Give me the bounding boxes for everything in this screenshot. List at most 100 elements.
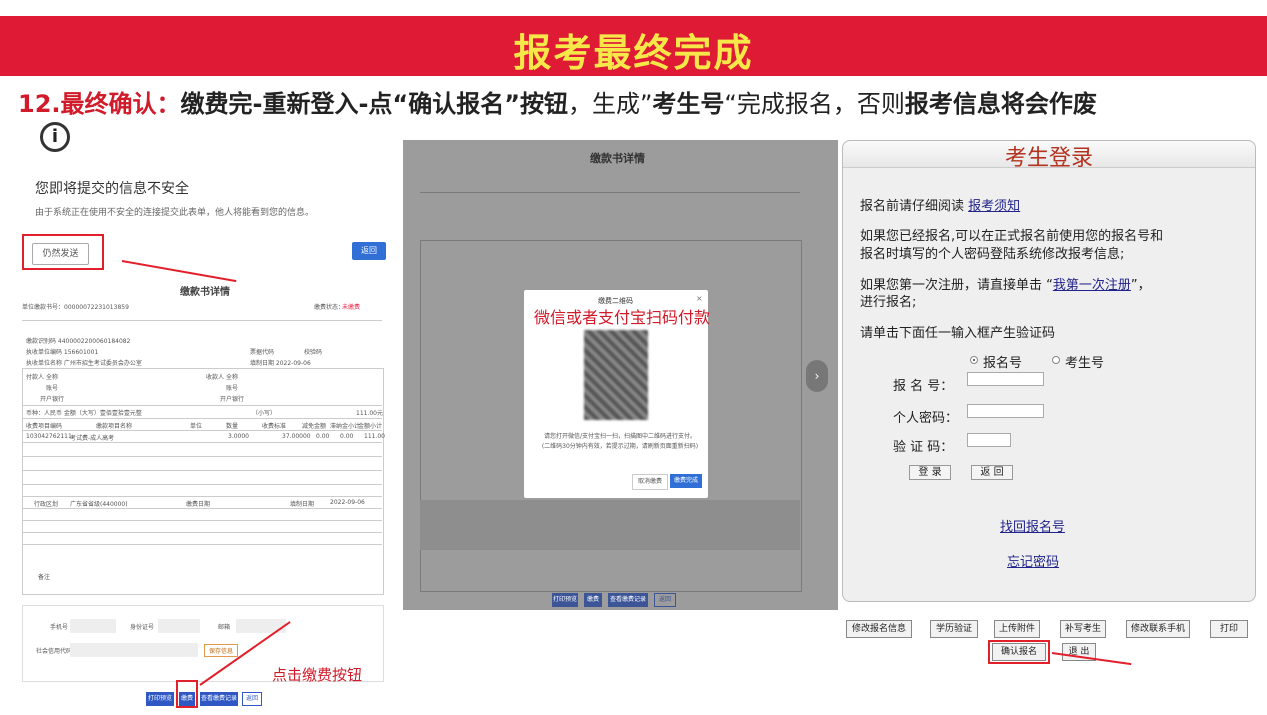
id-label: 身份证号	[130, 624, 155, 631]
pay-button-highlight	[176, 680, 198, 708]
table-cell: 考试费-成人高考	[70, 435, 115, 442]
info-line-3: 报名时填写的个人密码登陆系统修改报考信息;	[860, 247, 1125, 262]
supplement-button[interactable]: 补写考生	[1060, 620, 1106, 638]
send-anyway-button[interactable]: 仍然发送	[32, 243, 89, 265]
mid-records-button[interactable]: 查看缴费记录	[608, 593, 648, 607]
instruction-part4: “完成报名，否则	[724, 90, 905, 118]
modal-instructions: 请您打开微信/支付宝扫一扫，扫描图中二维码进行支付。(二维码30分钟内有效，若提…	[541, 433, 699, 450]
registration-no-input[interactable]	[967, 372, 1044, 386]
mail-label: 邮箱	[218, 624, 231, 631]
education-verify-button[interactable]: 学历验证	[930, 620, 978, 638]
field-check-code: 校验码	[304, 349, 323, 356]
divider	[22, 418, 382, 419]
field-unit-code: 执收单位编码 156601001	[26, 349, 99, 356]
field-bill-code: 票据代码	[250, 349, 275, 356]
payer-bank-label: 开户银行	[40, 396, 65, 403]
cancel-payment-button[interactable]: 取消缴费	[632, 474, 668, 490]
table-cell: 37.00000	[282, 433, 311, 440]
scan-to-pay-label: 微信或者支付宝扫码付款	[534, 308, 711, 327]
mid-print-preview-button[interactable]: 打印预览	[552, 593, 578, 607]
currency-row: 币种：人民币 金额（大写）壹佰壹拾壹元整	[26, 410, 142, 417]
divider	[22, 430, 382, 431]
registration-no-label: 报 名 号：	[893, 379, 954, 394]
region-value: 广东省省级(440000)	[70, 501, 128, 508]
credit-input[interactable]	[70, 643, 198, 657]
edit-info-button[interactable]: 修改报名信息	[846, 620, 912, 638]
payer-label: 付款人	[26, 374, 45, 381]
payee-bank-label: 开户银行	[220, 396, 245, 403]
status-badge: 未缴费	[342, 304, 361, 311]
payment-done-button[interactable]: 缴费完成	[670, 474, 702, 488]
qr-code-image	[584, 330, 648, 420]
payer-name-label: 全称	[46, 374, 59, 381]
payer-account-label: 账号	[46, 385, 59, 392]
col-header: 滞纳金小计	[330, 423, 361, 430]
forgot-password-link[interactable]: 忘记密码	[1007, 551, 1059, 570]
divider	[22, 470, 382, 471]
info-line-2: 如果您已经报名,可以在正式报名前使用您的报名号和	[860, 229, 1164, 244]
divider	[22, 544, 382, 545]
exam-notice-link[interactable]: 报考须知	[968, 199, 1020, 214]
warning-title: 您即将提交的信息不安全	[35, 181, 189, 197]
remark-label: 备注	[38, 574, 51, 581]
print-preview-button[interactable]: 打印预览	[146, 692, 174, 706]
document-title: 缴款书详情	[180, 287, 230, 298]
table-cell: 111.00	[364, 433, 385, 440]
amount-small-label: （小写）	[252, 410, 277, 417]
region-label: 行政区划	[34, 501, 59, 508]
id-input[interactable]	[158, 619, 200, 633]
credit-label: 社会信用代码	[36, 648, 73, 655]
instruction-text: 12.最终确认：缴费完-重新登入-点“确认报名”按钮，生成”考生号“完成报名，否…	[18, 84, 1097, 119]
phone-input[interactable]	[70, 619, 116, 633]
captcha-label: 验 证 码：	[893, 440, 954, 455]
table-cell: 3.0000	[228, 433, 249, 440]
password-input[interactable]	[967, 404, 1044, 418]
login-title: 考生登录	[1004, 146, 1093, 171]
field-unit-name: 执收单位名称 广州市招生考试委员会办公室	[26, 360, 142, 367]
col-header: 减免金额	[302, 423, 327, 430]
radio-candidate-no[interactable]	[1052, 356, 1060, 364]
pay-date-label: 缴费日期	[186, 501, 211, 508]
confirm-highlight	[988, 640, 1050, 664]
divider	[22, 496, 382, 497]
background-contact-area	[420, 500, 800, 550]
close-icon[interactable]: ×	[696, 294, 703, 303]
document-number: 单位缴款书号：0000007223101385​9	[22, 304, 129, 311]
find-registration-no-link[interactable]: 找回报名号	[1000, 516, 1065, 535]
annotation-arrow	[121, 260, 237, 283]
upload-attachment-button[interactable]: 上传附件	[994, 620, 1040, 638]
payment-status-label: 缴费状态：	[314, 304, 345, 311]
radio-registration-no[interactable]	[970, 356, 978, 364]
col-header: 收费标准	[262, 423, 287, 430]
edit-phone-button[interactable]: 修改联系手机	[1126, 620, 1190, 638]
captcha-input[interactable]	[967, 433, 1011, 447]
table-cell: 103042762111	[26, 433, 72, 440]
back-button[interactable]: 返回	[352, 242, 386, 260]
login-button[interactable]: 登 录	[909, 465, 951, 480]
radio-candidate-label: 考生号	[1065, 356, 1105, 371]
instruction-part1: 缴费完-重新登入-点“确认报名”按钮	[180, 90, 568, 118]
view-records-button[interactable]: 查看缴费记录	[200, 692, 238, 706]
info-icon: i	[40, 122, 70, 152]
first-register-link[interactable]: 我第一次注册	[1053, 278, 1131, 293]
page-title: 报考最终完成	[513, 31, 754, 75]
mid-pay-button[interactable]: 缴费	[584, 593, 602, 607]
password-label: 个人密码：	[893, 411, 959, 426]
divider	[22, 520, 382, 521]
pay-annotation: 点击缴费按钮	[272, 666, 363, 684]
fill-date-value: 2022-09-06	[330, 499, 365, 506]
return-button[interactable]: 返回	[242, 692, 262, 706]
fill-date-label: 填制日期	[290, 501, 315, 508]
mid-return-button[interactable]: 返回	[654, 593, 676, 607]
divider	[22, 532, 382, 533]
amount-total: 111.00元	[356, 410, 383, 417]
warning-description: 由于系统正在使用不安全的连接提交此表单，他人将能看到您的信息。	[35, 208, 315, 218]
save-info-button[interactable]: 保存信息	[204, 644, 239, 657]
instruction-part5: 报考信息将会作废	[904, 90, 1097, 118]
divider	[22, 320, 382, 321]
divider	[22, 456, 382, 457]
step-label: 12.最终确认：	[18, 90, 181, 118]
login-back-button[interactable]: 返 回	[971, 465, 1013, 480]
chevron-right-icon[interactable]: ›	[806, 360, 828, 392]
print-button[interactable]: 打印	[1210, 620, 1248, 638]
